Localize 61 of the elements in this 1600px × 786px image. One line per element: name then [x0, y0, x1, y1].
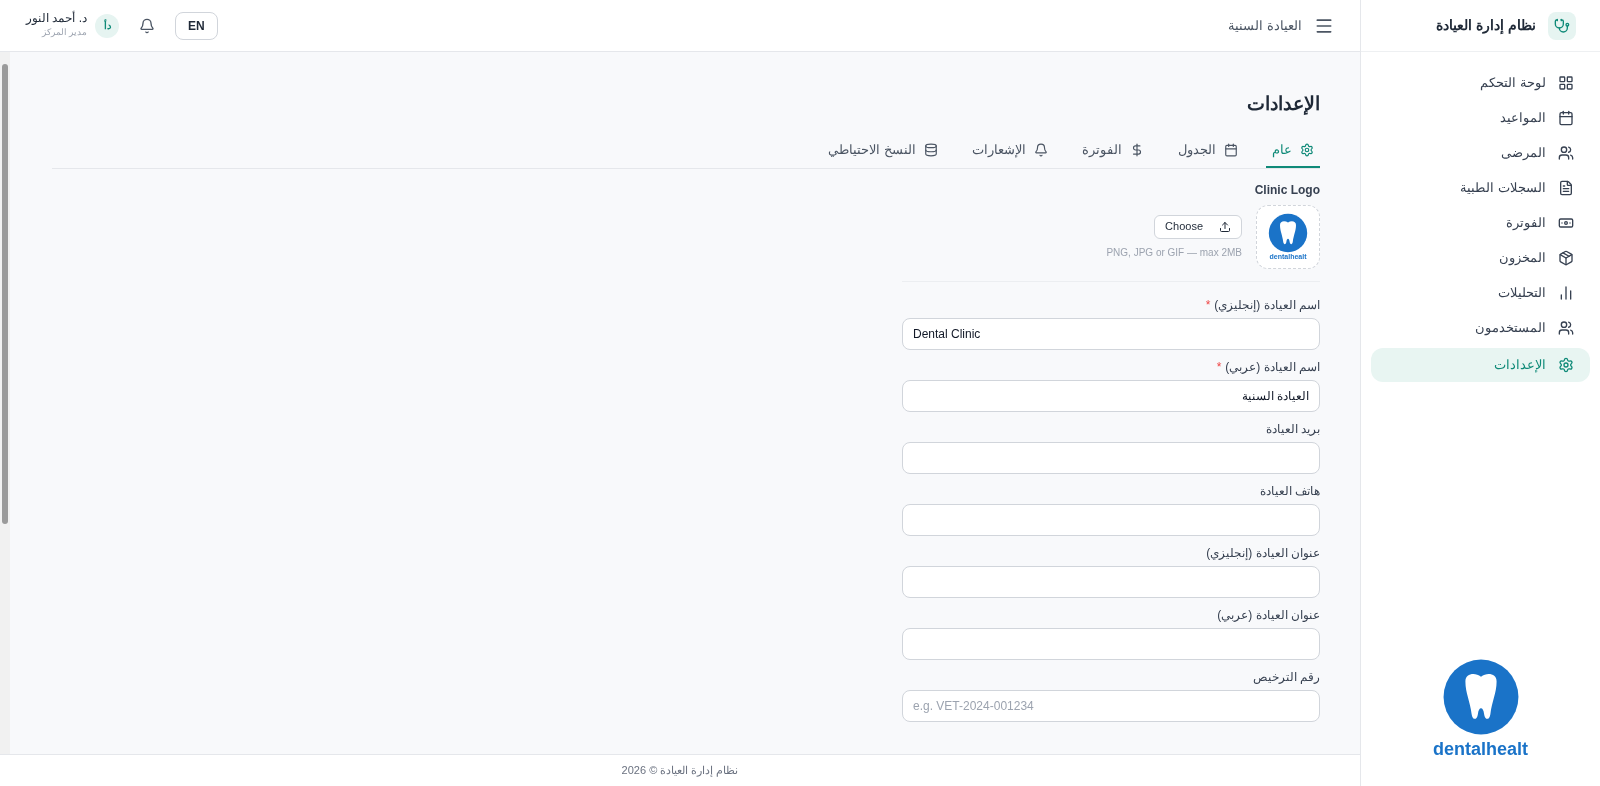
calendar-icon [1558, 110, 1574, 126]
user-role: مدير المركز [40, 26, 87, 40]
clinic-name: العيادة السنية [1228, 16, 1302, 35]
sidebar-item[interactable]: الإعدادات [1371, 348, 1590, 382]
page-title: الإعدادات [1246, 92, 1320, 117]
upload-icon [1219, 220, 1231, 233]
field-label: اسم العيادة (عربي) [1225, 358, 1320, 376]
tooth-logo-icon [1268, 213, 1308, 253]
text-field[interactable] [902, 441, 1320, 474]
field-label: اسم العيادة (إنجليزي) [1214, 296, 1320, 314]
sidebar-item[interactable]: التحليلات [1371, 278, 1590, 308]
user-name: د. أحمد النور [26, 11, 87, 27]
text-field[interactable]: e.g. VET-2024-001234 [902, 689, 1320, 722]
settings-tab[interactable]: الإشعارات [966, 134, 1054, 168]
sidebar-item[interactable]: الفوترة [1371, 208, 1590, 238]
database-icon [924, 143, 938, 157]
field-label: عنوان العيادة (إنجليزي) [1206, 544, 1320, 562]
field-label: بريد العيادة [1265, 420, 1320, 438]
field-label: رقم الترخيص [1252, 668, 1320, 686]
text-field[interactable]: العيادة السنية [902, 379, 1320, 412]
sidebar-item[interactable]: المواعيد [1371, 103, 1590, 133]
box-icon [1558, 250, 1574, 266]
sidebar-item[interactable]: لوحة التحكم [1371, 68, 1590, 98]
settings-icon [1558, 357, 1574, 373]
users-icon [1558, 145, 1574, 161]
banknote-icon [1558, 215, 1574, 231]
field-label: Clinic Logo [1254, 181, 1320, 199]
text-field[interactable] [902, 565, 1320, 598]
field-label: عنوان العيادة (عربي) [1217, 606, 1320, 624]
user-avatar: دأ [95, 13, 119, 38]
required-mark: * [1205, 296, 1211, 314]
choose-button[interactable]: Choose [1154, 214, 1242, 239]
upload-hint: PNG, JPG or GIF — max 2MB [1106, 245, 1242, 260]
field-label: هاتف العيادة [1259, 482, 1320, 500]
sidebar-item[interactable]: المستخدمون [1371, 313, 1590, 343]
required-mark: * [1216, 358, 1222, 376]
text-field[interactable] [902, 627, 1320, 660]
settings-tab[interactable]: الجدول [1172, 134, 1244, 168]
settings-icon [1300, 143, 1314, 157]
language-button[interactable]: EN [175, 11, 218, 40]
document-icon [1558, 180, 1574, 196]
settings-tab[interactable]: عام [1266, 134, 1320, 168]
users-icon [1558, 320, 1574, 336]
stethoscope-icon [1554, 17, 1570, 34]
grid-icon [1558, 75, 1574, 91]
sidebar-item[interactable]: المرضى [1371, 138, 1590, 168]
sidebar-item[interactable]: المخزون [1371, 243, 1590, 273]
settings-tab[interactable]: النسخ الاحتياطي [822, 134, 944, 168]
app-title: نظام إدارة العيادة [1436, 16, 1536, 36]
text-field[interactable]: Dental Clinic [902, 317, 1320, 350]
tooth-logo-icon [1441, 658, 1520, 736]
dollar-icon [1130, 143, 1144, 157]
bar-chart-icon [1558, 285, 1574, 301]
logo-wordmark: dentalhealt [1433, 740, 1528, 758]
footer: نظام إدارة العيادة © 2026 [0, 754, 1360, 786]
settings-tab[interactable]: الفوترة [1076, 134, 1150, 168]
calendar-icon [1224, 143, 1238, 157]
text-field[interactable] [902, 503, 1320, 536]
sidebar-item[interactable]: السجلات الطبية [1371, 173, 1590, 203]
notification-icon[interactable] [139, 17, 155, 34]
bell-icon [1034, 143, 1048, 157]
